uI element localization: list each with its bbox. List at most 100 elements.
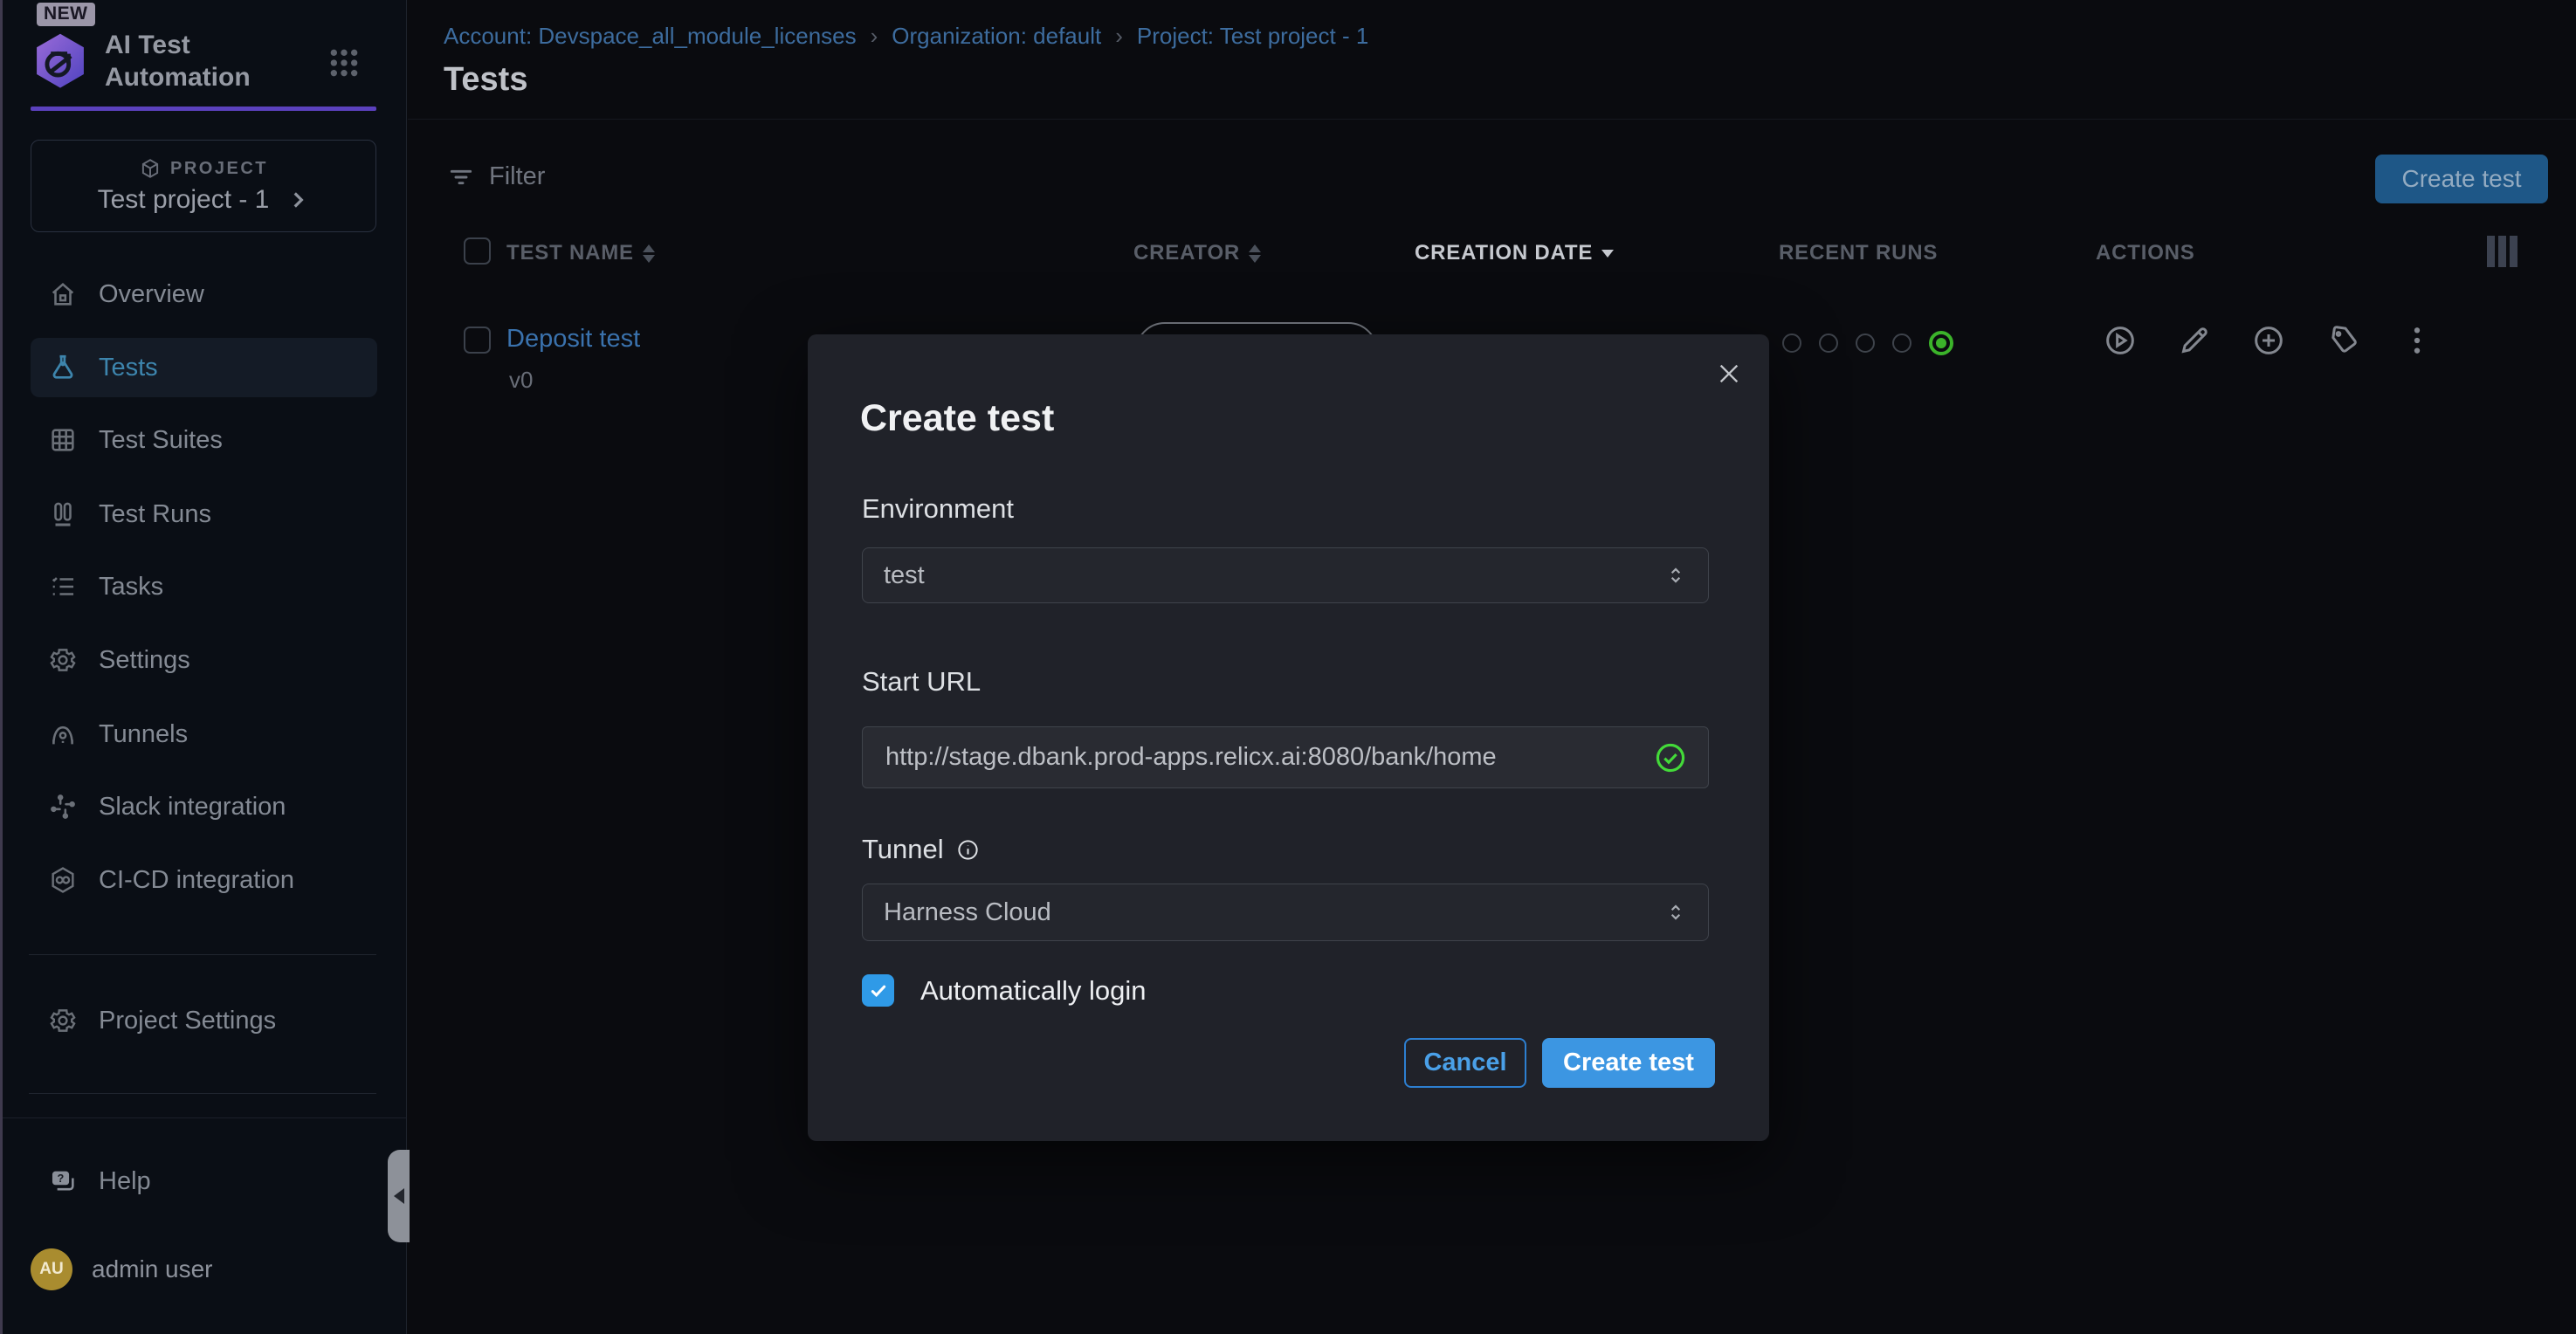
project-cube-icon [139, 157, 162, 180]
tasks-icon [48, 572, 78, 602]
sidebar-item-help[interactable]: ? Help [31, 1152, 377, 1211]
select-all-checkbox[interactable] [464, 237, 491, 265]
run-status-dot[interactable] [1782, 334, 1801, 353]
sidebar-section-divider [0, 1117, 407, 1118]
user-menu[interactable]: AU admin user [31, 1248, 213, 1290]
sidebar-item-label: CI-CD integration [99, 866, 294, 895]
gear-icon [48, 1006, 78, 1035]
run-test-icon[interactable] [2103, 323, 2138, 358]
user-name: admin user [92, 1255, 213, 1283]
tunnel-icon [48, 719, 78, 749]
tunnel-label: Tunnel [862, 834, 980, 865]
sidebar-collapse-handle[interactable] [388, 1150, 410, 1242]
sidebar-item-slack-integration[interactable]: Slack integration [31, 777, 377, 836]
sidebar-item-tasks[interactable]: Tasks [31, 557, 377, 616]
project-selector[interactable]: PROJECT Test project - 1 [31, 140, 376, 232]
project-name: Test project - 1 [98, 185, 270, 215]
create-test-button[interactable]: Create test [2375, 155, 2548, 203]
sidebar-divider [29, 954, 376, 955]
sidebar-item-tunnels[interactable]: Tunnels [31, 705, 377, 764]
modal-create-test-button[interactable]: Create test [1542, 1038, 1715, 1088]
test-version: v0 [509, 367, 533, 394]
chevron-right-icon [286, 189, 309, 211]
sidebar-item-tests[interactable]: Tests [31, 338, 377, 397]
sort-icon [643, 244, 655, 263]
close-icon[interactable] [1709, 354, 1749, 394]
add-icon[interactable] [2251, 323, 2286, 358]
row-actions [2103, 323, 2435, 358]
header-divider [408, 119, 2576, 120]
slack-icon [48, 792, 78, 822]
sort-icon [1249, 244, 1261, 263]
sidebar-item-test-runs[interactable]: Test Runs [31, 485, 377, 544]
run-status-dot[interactable] [1892, 334, 1911, 353]
tunnel-select[interactable]: Harness Cloud [862, 884, 1709, 941]
breadcrumb: Account: Devspace_all_module_licenses › … [444, 23, 1368, 50]
environment-select[interactable]: test [862, 547, 1709, 603]
sidebar-item-label: Overview [99, 280, 204, 309]
window-edge [0, 0, 3, 1334]
test-name-link[interactable]: Deposit test [506, 325, 640, 354]
run-status-dot[interactable] [1819, 334, 1838, 353]
sidebar-item-overview[interactable]: Overview [31, 265, 377, 324]
info-icon[interactable] [956, 838, 980, 862]
more-options-icon[interactable] [2400, 323, 2435, 358]
environment-label: Environment [862, 493, 1014, 525]
start-url-label: Start URL [862, 666, 981, 698]
tunnel-value: Harness Cloud [884, 898, 1051, 927]
modal-title: Create test [860, 397, 1054, 440]
filter-button[interactable]: Filter [447, 162, 545, 191]
app-brand: AI Test Automation [31, 30, 279, 93]
filter-label: Filter [489, 162, 545, 191]
sidebar-item-label: Tests [99, 354, 158, 382]
app-name: AI Test Automation [105, 30, 279, 93]
sidebar-item-label: Project Settings [99, 1007, 276, 1035]
sidebar-item-settings[interactable]: Settings [31, 630, 377, 690]
column-header-test-name[interactable]: TEST NAME [506, 241, 655, 265]
sidebar-item-cicd-integration[interactable]: CI-CD integration [31, 850, 377, 910]
auto-login-label: Automatically login [920, 975, 1146, 1007]
app-switcher-grid-icon[interactable] [327, 45, 362, 80]
breadcrumb-separator: › [1115, 23, 1123, 50]
column-header-creation-date[interactable]: CREATION DATE [1415, 241, 1614, 265]
flask-icon [48, 353, 78, 382]
sidebar: NEW AI Test Automation [0, 0, 407, 1334]
sidebar-item-label: Slack integration [99, 793, 286, 822]
collapse-arrow-icon [394, 1188, 404, 1204]
auto-login-row: Automatically login [862, 974, 1146, 1007]
cicd-icon [48, 865, 78, 895]
tag-icon[interactable] [2325, 323, 2360, 358]
suite-grid-icon [48, 425, 78, 455]
select-chevrons-icon [1664, 564, 1687, 587]
gear-icon [48, 645, 78, 675]
recent-runs [1782, 330, 1953, 356]
column-header-recent-runs: RECENT RUNS [1779, 241, 1938, 265]
sidebar-item-label: Settings [99, 646, 190, 675]
breadcrumb-organization[interactable]: Organization: default [892, 23, 1101, 50]
edit-icon[interactable] [2177, 323, 2212, 358]
home-icon [48, 279, 78, 309]
auto-login-checkbox[interactable] [862, 974, 894, 1007]
environment-value: test [884, 561, 925, 590]
breadcrumb-account[interactable]: Account: Devspace_all_module_licenses [444, 23, 857, 50]
run-status-dot[interactable] [1929, 331, 1953, 355]
sidebar-item-project-settings[interactable]: Project Settings [31, 991, 377, 1050]
breadcrumb-separator: › [871, 23, 878, 50]
create-test-modal: Create test Environment test Start URL T… [808, 334, 1769, 1141]
filter-icon [447, 163, 475, 191]
column-header-creator[interactable]: CREATOR [1133, 241, 1261, 265]
cancel-button[interactable]: Cancel [1404, 1038, 1526, 1088]
sidebar-item-test-suites[interactable]: Test Suites [31, 410, 377, 470]
run-status-dot[interactable] [1856, 334, 1875, 353]
avatar: AU [31, 1248, 72, 1290]
select-chevrons-icon [1664, 901, 1687, 924]
row-checkbox[interactable] [464, 327, 491, 354]
test-runs-icon [48, 499, 78, 529]
project-kicker-label: PROJECT [170, 159, 268, 179]
column-settings-icon[interactable] [2487, 236, 2517, 267]
url-valid-check-icon [1654, 741, 1687, 774]
start-url-field [862, 726, 1709, 788]
sidebar-item-label: Tasks [99, 573, 163, 602]
start-url-input[interactable] [884, 742, 1654, 773]
breadcrumb-project[interactable]: Project: Test project - 1 [1137, 23, 1368, 50]
